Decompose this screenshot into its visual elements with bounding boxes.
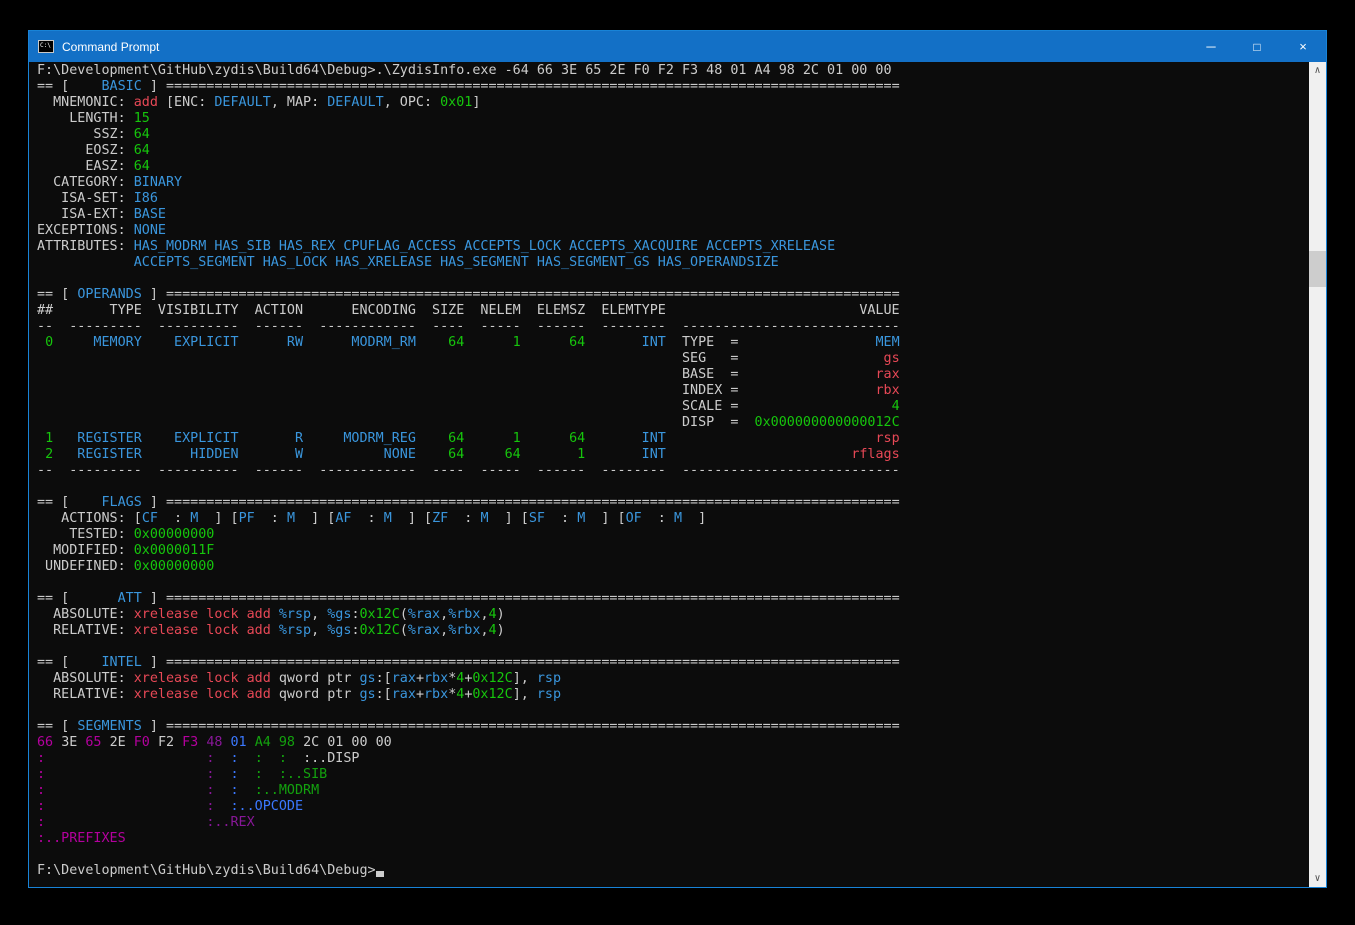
terminal-line: LENGTH: 15 — [37, 111, 1309, 127]
terminal-line — [37, 847, 1309, 863]
terminal-line: :..PREFIXES — [37, 831, 1309, 847]
title-bar[interactable]: C:\ Command Prompt ─ □ × — [29, 31, 1326, 62]
terminal-line: EASZ: 64 — [37, 159, 1309, 175]
terminal-line: ## TYPE VISIBILITY ACTION ENCODING SIZE … — [37, 303, 1309, 319]
terminal-line: ATTRIBUTES: HAS_MODRM HAS_SIB HAS_REX CP… — [37, 239, 1309, 255]
terminal-line: 0 MEMORY EXPLICIT RW MODRM_RM 64 1 64 IN… — [37, 335, 1309, 351]
terminal-line: 66 3E 65 2E F0 F2 F3 48 01 A4 98 2C 01 0… — [37, 735, 1309, 751]
terminal-line: TESTED: 0x00000000 — [37, 527, 1309, 543]
scrollbar-down-icon[interactable]: ∨ — [1309, 870, 1326, 887]
terminal-cursor — [376, 871, 384, 877]
terminal-line — [37, 703, 1309, 719]
terminal-line: SCALE = 4 — [37, 399, 1309, 415]
cmd-icon: C:\ — [38, 40, 54, 53]
terminal-line: -- --------- ---------- ------ ---------… — [37, 319, 1309, 335]
terminal-line: : : : : :..SIB — [37, 767, 1309, 783]
window-title: Command Prompt — [62, 40, 159, 54]
terminal-line: BASE = rax — [37, 367, 1309, 383]
terminal-line: MODIFIED: 0x0000011F — [37, 543, 1309, 559]
terminal-line: == [ ATT ] =============================… — [37, 591, 1309, 607]
terminal-line: MNEMONIC: add [ENC: DEFAULT, MAP: DEFAUL… — [37, 95, 1309, 111]
terminal-line: CATEGORY: BINARY — [37, 175, 1309, 191]
terminal-line: EXCEPTIONS: NONE — [37, 223, 1309, 239]
terminal-line — [37, 575, 1309, 591]
terminal-line: DISP = 0x000000000000012C — [37, 415, 1309, 431]
maximize-button[interactable]: □ — [1234, 31, 1280, 62]
terminal-line — [37, 639, 1309, 655]
terminal-line: == [ BASIC ] ===========================… — [37, 79, 1309, 95]
terminal-line — [37, 479, 1309, 495]
minimize-button[interactable]: ─ — [1188, 31, 1234, 62]
terminal-line: -- --------- ---------- ------ ---------… — [37, 463, 1309, 479]
terminal-line: ABSOLUTE: xrelease lock add %rsp, %gs:0x… — [37, 607, 1309, 623]
terminal-line: EOSZ: 64 — [37, 143, 1309, 159]
terminal-line: INDEX = rbx — [37, 383, 1309, 399]
scrollbar[interactable]: ∧ ∨ — [1309, 62, 1326, 887]
terminal-line: ISA-EXT: BASE — [37, 207, 1309, 223]
terminal-line: RELATIVE: xrelease lock add qword ptr gs… — [37, 687, 1309, 703]
terminal-line: ACTIONS: [CF : M ] [PF : M ] [AF : M ] [… — [37, 511, 1309, 527]
command-prompt-window: C:\ Command Prompt ─ □ × F:\Development\… — [28, 30, 1327, 888]
terminal-line: ABSOLUTE: xrelease lock add qword ptr gs… — [37, 671, 1309, 687]
terminal-line: == [ OPERANDS ] ========================… — [37, 287, 1309, 303]
terminal-line: RELATIVE: xrelease lock add %rsp, %gs:0x… — [37, 623, 1309, 639]
terminal-line — [37, 271, 1309, 287]
terminal-line: : :..REX — [37, 815, 1309, 831]
terminal-line: ACCEPTS_SEGMENT HAS_LOCK HAS_XRELEASE HA… — [37, 255, 1309, 271]
terminal-line: 2 REGISTER HIDDEN W NONE 64 64 1 INT rfl… — [37, 447, 1309, 463]
terminal-line: == [ INTEL ] ===========================… — [37, 655, 1309, 671]
terminal-line: : : : :..MODRM — [37, 783, 1309, 799]
scrollbar-thumb[interactable] — [1309, 251, 1326, 287]
terminal-line: == [ SEGMENTS ] ========================… — [37, 719, 1309, 735]
terminal-line: F:\Development\GitHub\zydis\Build64\Debu… — [37, 863, 1309, 879]
terminal-line: F:\Development\GitHub\zydis\Build64\Debu… — [37, 63, 1309, 79]
scrollbar-up-icon[interactable]: ∧ — [1309, 62, 1326, 79]
close-button[interactable]: × — [1280, 31, 1326, 62]
terminal-line: == [ FLAGS ] ===========================… — [37, 495, 1309, 511]
terminal-line: ISA-SET: I86 — [37, 191, 1309, 207]
terminal-line: 1 REGISTER EXPLICIT R MODRM_REG 64 1 64 … — [37, 431, 1309, 447]
terminal-line: UNDEFINED: 0x00000000 — [37, 559, 1309, 575]
terminal-line: SSZ: 64 — [37, 127, 1309, 143]
terminal-output[interactable]: F:\Development\GitHub\zydis\Build64\Debu… — [29, 62, 1309, 887]
terminal-line: : : :..OPCODE — [37, 799, 1309, 815]
terminal-line: SEG = gs — [37, 351, 1309, 367]
terminal-line: : : : : : :..DISP — [37, 751, 1309, 767]
